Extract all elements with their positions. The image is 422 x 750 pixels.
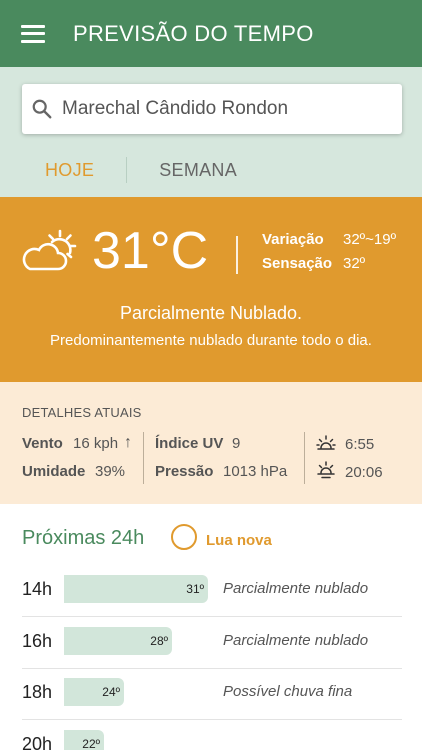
hour-time: 16h xyxy=(22,631,53,651)
current-divider xyxy=(236,236,238,274)
temperature-bar: 22º xyxy=(64,730,104,750)
search-box[interactable] xyxy=(22,84,402,134)
hour-condition: Parcialmente nublado xyxy=(223,580,369,597)
temperature-bar: 24º xyxy=(64,678,124,706)
hour-time: 18h xyxy=(22,682,53,702)
uv-value: 9 xyxy=(232,435,241,452)
search-icon xyxy=(32,99,52,119)
wind-value: 16 kph xyxy=(73,435,119,452)
hamburger-menu-icon[interactable] xyxy=(21,24,45,43)
bar-temperature-label: 31º xyxy=(186,582,204,596)
range-value: 32º~19º xyxy=(343,231,397,248)
details-title: DETALHES ATUAIS xyxy=(22,405,142,420)
wind-direction-icon: ↑ xyxy=(124,434,132,451)
tab-hoje[interactable]: HOJE xyxy=(45,160,94,181)
hour-time: 20h xyxy=(22,734,53,750)
uv-label: Índice UV xyxy=(155,435,224,452)
condition-title: Parcialmente Nublado. xyxy=(119,303,303,323)
app-bar: PREVISÃO DO TEMPO xyxy=(0,0,422,67)
tab-divider xyxy=(126,157,128,183)
sunrise-time: 6:55 xyxy=(345,436,375,453)
feels-like-label: Sensação xyxy=(262,255,333,272)
hourly-row: 20h 22º xyxy=(0,720,422,750)
search-input[interactable] xyxy=(62,98,382,120)
current-weather-panel: 31°C Variação 32º~19º Sensação 32º Parci… xyxy=(0,197,422,382)
hourly-row: 18h 24º Possível chuva fina xyxy=(0,668,422,720)
bar-temperature-label: 22º xyxy=(82,737,100,750)
hour-time: 14h xyxy=(22,579,53,599)
sunset-time: 20:06 xyxy=(345,464,383,481)
humidity-value: 39% xyxy=(95,463,126,480)
app-title: PREVISÃO DO TEMPO xyxy=(73,20,314,46)
temperature-bar: 28º xyxy=(64,627,172,655)
search-area: HOJE SEMANA xyxy=(0,67,422,197)
humidity-label: Umidade xyxy=(22,463,86,480)
range-label: Variação xyxy=(262,231,324,248)
temperature-bar: 31º xyxy=(64,575,208,603)
details-divider-1 xyxy=(143,432,144,484)
tab-bar: HOJE SEMANA xyxy=(0,150,422,190)
bar-temperature-label: 28º xyxy=(150,634,168,648)
pressure-label: Pressão xyxy=(155,463,214,480)
hour-condition: Possível chuva fina xyxy=(223,683,353,700)
moon-phase-icon xyxy=(171,524,197,550)
pressure-value: 1013 hPa xyxy=(223,463,288,480)
hourly-row: 14h 31º Parcialmente nublado xyxy=(0,565,422,617)
sunrise-icon xyxy=(316,435,336,450)
condition-description: Predominantemente nublado durante todo o… xyxy=(50,332,372,349)
bar-temperature-label: 24º xyxy=(102,685,120,699)
sunset-icon xyxy=(317,461,335,479)
forecast-title: Próximas 24h xyxy=(22,527,145,549)
moon-phase-label: Lua nova xyxy=(206,532,272,549)
hourly-row: 16h 28º Parcialmente nublado xyxy=(0,617,422,669)
current-temperature: 31°C xyxy=(92,222,209,280)
feels-like-value: 32º xyxy=(343,255,366,272)
wind-label: Vento xyxy=(22,435,63,452)
partly-cloudy-icon xyxy=(22,229,77,271)
current-details-panel: DETALHES ATUAIS Vento 16 kph ↑ Umidade 3… xyxy=(0,382,422,504)
details-divider-2 xyxy=(304,432,305,484)
tab-semana[interactable]: SEMANA xyxy=(159,160,237,181)
hour-condition: Parcialmente nublado xyxy=(223,632,369,649)
